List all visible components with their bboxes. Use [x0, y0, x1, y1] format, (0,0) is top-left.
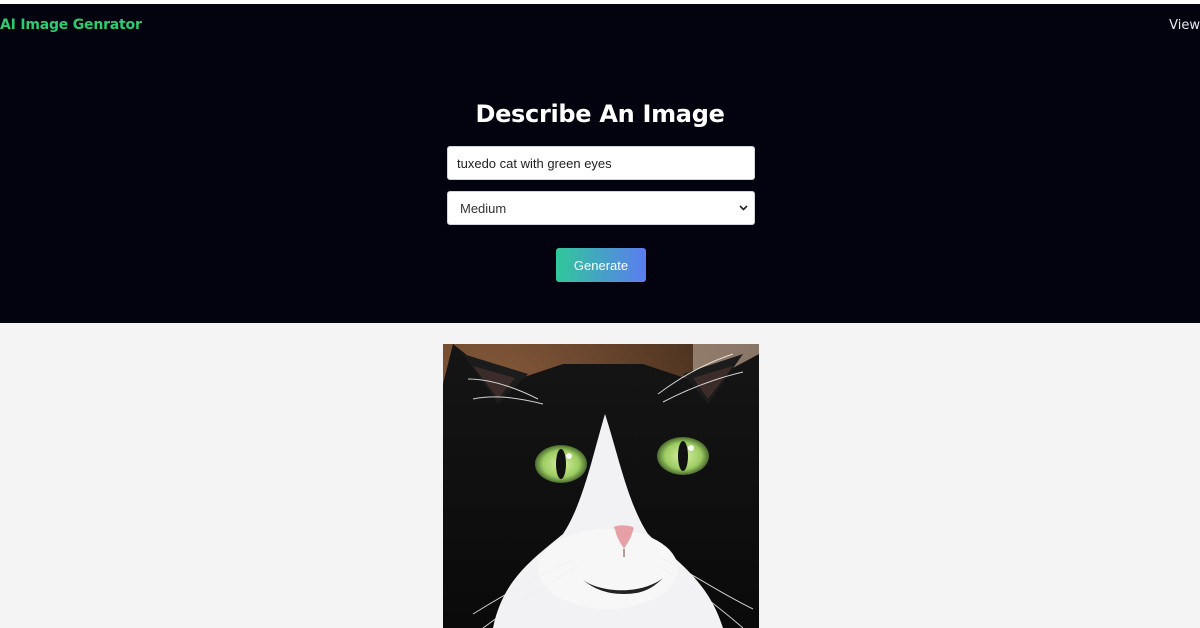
prompt-input[interactable] — [447, 146, 755, 180]
nav-link-view[interactable]: View — [1169, 18, 1200, 33]
app-logo[interactable]: AI Image Genrator — [0, 17, 142, 33]
chevron-down-icon — [738, 203, 748, 213]
hero-section: AI Image Genrator View Describe An Image… — [0, 4, 1200, 323]
generate-button[interactable]: Generate — [556, 248, 646, 282]
generated-image — [443, 344, 759, 628]
size-select-value: Medium — [460, 200, 507, 216]
page-title: Describe An Image — [475, 100, 725, 128]
size-select[interactable]: Medium — [447, 191, 755, 225]
